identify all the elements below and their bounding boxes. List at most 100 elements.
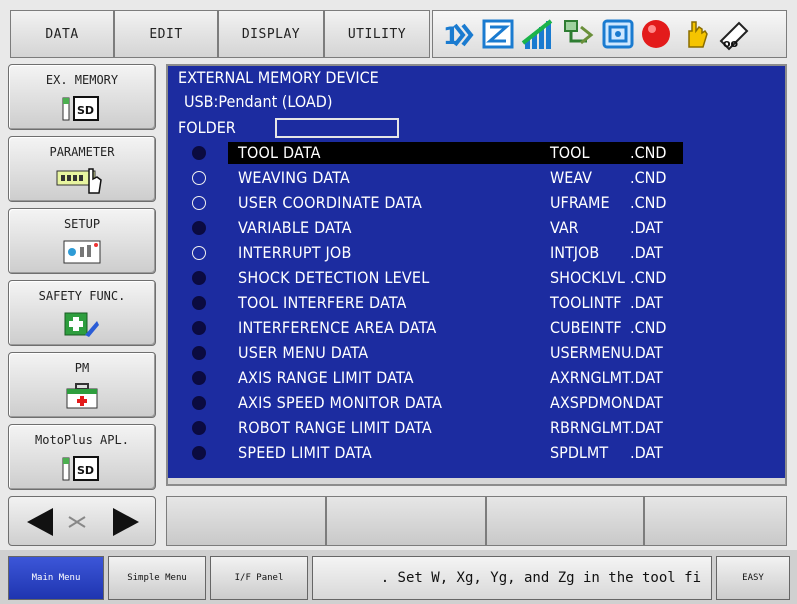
servo-status-icon (642, 20, 670, 48)
sidebar-item-safety-func[interactable]: SAFETY FUNC. (8, 280, 156, 346)
sd-card-icon: SD (62, 96, 99, 121)
soft-key-3[interactable] (486, 496, 644, 546)
file-item-name: USER MENU DATA (238, 343, 369, 362)
device-label: USB:Pendant (LOAD) (184, 92, 333, 111)
file-row[interactable]: TOOL INTERFERE DATA TOOLINTF .DAT (168, 292, 785, 317)
file-item-name: VARIABLE DATA (238, 218, 352, 237)
page-nav-arrows (27, 508, 139, 536)
menu-utility[interactable]: UTILITY (324, 10, 430, 58)
message-bar[interactable]: . Set W, Xg, Yg, and Zg in the tool fi (312, 556, 712, 600)
file-item-filename: USERMENU (550, 343, 632, 362)
radio-selected-icon[interactable] (192, 346, 206, 360)
sd-card-icon: SD (62, 456, 99, 481)
menu-data[interactable]: DATA (10, 10, 114, 58)
jog-frame-icon (564, 20, 594, 45)
radio-selected-icon[interactable] (192, 421, 206, 435)
file-item-filename: VAR (550, 218, 579, 237)
file-item-filename: RBRNGLMT (550, 418, 632, 437)
file-item-extension: .DAT (630, 243, 663, 262)
file-item-name: ROBOT RANGE LIMIT DATA (238, 418, 432, 437)
file-item-filename: INTJOB (550, 243, 600, 262)
safety-icon (64, 312, 99, 337)
sidebar-item-label: SAFETY FUNC. (38, 289, 126, 303)
menu-edit[interactable]: EDIT (114, 10, 218, 58)
radio-selected-icon[interactable] (192, 371, 206, 385)
sidebar-item-setup[interactable]: SETUP (8, 208, 156, 274)
soft-key-1[interactable] (166, 496, 326, 546)
file-item-filename: AXSPDMON (550, 393, 634, 412)
sidebar-item-ex-memory[interactable]: EX. MEMORY SD (8, 64, 156, 130)
file-row[interactable]: AXIS RANGE LIMIT DATA AXRNGLMT .DAT (168, 367, 785, 392)
file-row[interactable]: INTERFERENCE AREA DATA CUBEINTF .CND (168, 317, 785, 342)
sidebar-item-label: EX. MEMORY (45, 73, 119, 87)
easy-button[interactable]: EASY (716, 556, 790, 600)
parameter-icon (56, 168, 102, 194)
main-menu-button[interactable]: Main Menu (8, 556, 104, 600)
radio-unselected-icon[interactable] (192, 171, 206, 185)
arrow-left-icon[interactable] (27, 508, 53, 536)
folder-label: FOLDER (178, 118, 236, 137)
svg-text:oo: oo (723, 37, 739, 50)
soft-key-4[interactable] (644, 496, 787, 546)
file-item-name: WEAVING DATA (238, 168, 350, 187)
file-item-name: SPEED LIMIT DATA (238, 443, 372, 462)
top-menu-bar: DATA EDIT DISPLAY UTILITY 1 oo (0, 0, 797, 62)
sidebar-item-label: SETUP (63, 217, 101, 231)
radio-selected-icon[interactable] (192, 446, 206, 460)
file-item-extension: .DAT (630, 443, 663, 462)
soft-key-2[interactable] (326, 496, 486, 546)
file-row[interactable]: SHOCK DETECTION LEVEL SHOCKLVL .CND (168, 267, 785, 292)
security-mode-icon: 1 (443, 22, 474, 50)
radio-selected-icon[interactable] (192, 271, 206, 285)
sidebar-item-label: PM (74, 361, 90, 375)
file-item-extension: .CND (630, 143, 667, 162)
file-item-name: AXIS RANGE LIMIT DATA (238, 368, 414, 387)
menu-display[interactable]: DISPLAY (218, 10, 324, 58)
radio-selected-icon[interactable] (192, 221, 206, 235)
file-row[interactable]: VARIABLE DATA VAR .DAT (168, 217, 785, 242)
radio-selected-icon[interactable] (192, 146, 206, 160)
svg-text:SD: SD (77, 104, 94, 117)
setup-icon (63, 240, 101, 264)
folder-input[interactable] (275, 118, 399, 138)
file-item-extension: .CND (630, 318, 667, 337)
radio-selected-icon[interactable] (192, 321, 206, 335)
file-item-filename: WEAV (550, 168, 592, 187)
radio-unselected-icon[interactable] (192, 246, 206, 260)
file-row[interactable]: USER MENU DATA USERMENU .DAT (168, 342, 785, 367)
file-item-filename: TOOLINTF (550, 293, 622, 312)
file-item-filename: SHOCKLVL (550, 268, 625, 287)
simple-menu-button[interactable]: Simple Menu (108, 556, 206, 600)
file-row[interactable]: INTERRUPT JOB INTJOB .DAT (168, 242, 785, 267)
file-item-extension: .DAT (630, 418, 663, 437)
radio-selected-icon[interactable] (192, 296, 206, 310)
sidebar-item-parameter[interactable]: PARAMETER (8, 136, 156, 202)
radio-unselected-icon[interactable] (192, 196, 206, 210)
sidebar-item-label: PARAMETER (49, 145, 115, 159)
file-item-extension: .DAT (630, 293, 663, 312)
sidebar-item-pm[interactable]: PM (8, 352, 156, 418)
file-item-filename: AXRNGLMT (550, 368, 631, 387)
arrow-right-icon[interactable] (113, 508, 139, 536)
content-area: EXTERNAL MEMORY DEVICE USB:Pendant (LOAD… (166, 64, 787, 486)
file-item-extension: .DAT (630, 368, 663, 387)
sidebar-item-label: MotoPlus APL. (35, 433, 129, 447)
file-row[interactable]: AXIS SPEED MONITOR DATA AXSPDMON .DAT (168, 392, 785, 417)
bottom-bar: Main Menu Simple Menu I/F Panel . Set W,… (0, 550, 797, 604)
file-row[interactable]: ROBOT RANGE LIMIT DATA RBRNGLMT .DAT (168, 417, 785, 442)
if-panel-button[interactable]: I/F Panel (210, 556, 308, 600)
file-row[interactable]: USER COORDINATE DATA UFRAME .CND (168, 192, 785, 217)
radio-selected-icon[interactable] (192, 396, 206, 410)
page-navigation (8, 496, 156, 546)
file-item-extension: .CND (630, 193, 667, 212)
hand-icon (688, 21, 708, 48)
file-row[interactable]: SPEED LIMIT DATA SPDLMT .DAT (168, 442, 785, 467)
signal-level-icon (521, 19, 553, 49)
file-row[interactable]: WEAVING DATA WEAV .CND (168, 167, 785, 192)
file-item-extension: .CND (630, 168, 667, 187)
file-item-name: TOOL DATA (238, 143, 321, 162)
file-item-filename: UFRAME (550, 193, 610, 212)
sidebar-item-motoplus-apl[interactable]: MotoPlus APL. SD (8, 424, 156, 490)
status-icon-bar: 1 oo (432, 10, 787, 58)
file-row[interactable]: TOOL DATA TOOL .CND (168, 142, 785, 167)
